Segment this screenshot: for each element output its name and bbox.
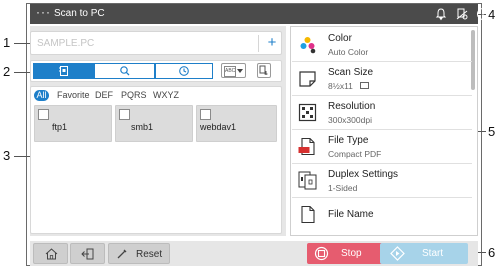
address-divider [258,35,259,52]
search-tab[interactable] [94,63,155,79]
connection-icon[interactable] [454,6,470,22]
chevron-down-icon [237,69,243,73]
info-icon[interactable] [475,6,491,22]
stop-button[interactable]: Stop [307,243,386,264]
destination-checkbox[interactable] [38,109,49,120]
callout-3: 3 [3,148,11,163]
callout-6: 6 [488,245,496,260]
setting-value: 1-Sided [328,183,358,193]
destination-card[interactable]: ftp1 [34,105,112,142]
destination-label: ftp1 [52,122,68,132]
address-placeholder: SAMPLE.PC [37,38,95,49]
stop-icon [314,246,329,261]
setting-resolution[interactable]: Resolution 300x300dpi [292,96,472,130]
callout-2-leader [14,72,30,73]
reset-label: Reset [136,249,163,260]
filter-favorite[interactable]: Favorite [57,90,90,101]
address-book-tab[interactable] [33,63,94,79]
search-icon [119,66,129,76]
reset-button[interactable]: Reset [108,243,170,264]
more-dots-icon[interactable]: ··· [36,5,51,19]
duplex-icon [298,171,317,190]
reset-icon [117,249,127,258]
file-type-icon [298,137,315,156]
setting-title: Scan Size [328,67,374,78]
setting-duplex[interactable]: Duplex Settings 1-Sided [292,164,472,198]
destination-checkbox[interactable] [200,109,211,120]
address-book-icon [58,66,68,76]
return-icon [81,248,94,259]
paper-orientation-icon [360,82,369,89]
start-label: Start [422,248,444,259]
detail-list-icon [259,65,268,75]
callout-2: 2 [3,64,11,79]
setting-value: Compact PDF [328,149,382,159]
address-input[interactable]: SAMPLE.PC + [30,31,282,55]
stop-label: Stop [341,248,362,259]
callout-6-leader [478,252,486,253]
setting-value: Auto Color [328,47,369,57]
sort-dropdown[interactable]: ABC [221,63,246,78]
setting-title: Resolution [328,101,376,112]
start-button[interactable]: Start [380,243,468,264]
filter-all[interactable]: All [34,90,49,101]
bell-icon[interactable] [433,6,449,22]
color-icon [300,37,316,54]
callout-3-leader [14,156,30,157]
setting-scan-size[interactable]: Scan Size 8½x11 [292,62,472,96]
setting-title: File Type [328,135,369,146]
callout-5: 5 [488,124,496,139]
home-icon [45,247,58,259]
top-bar: ··· Scan to PC [30,4,489,24]
home-button[interactable] [33,243,68,264]
setting-value: 8½x11 [328,81,353,91]
file-name-icon [301,205,315,224]
filter-wxyz[interactable]: WXYZ [153,90,179,101]
destination-card[interactable]: smb1 [115,105,193,142]
start-icon [390,246,405,261]
history-tab[interactable] [155,63,213,79]
setting-value: 300x300dpi [328,115,372,125]
resolution-icon [298,103,317,122]
return-button[interactable] [70,243,105,264]
callout-1: 1 [3,35,11,50]
scan-size-icon [299,71,316,87]
destination-checkbox[interactable] [119,109,130,120]
callout-1-leader [14,43,30,44]
sort-label: ABC [224,66,236,77]
setting-title: File Name [328,209,374,220]
add-address-button[interactable]: + [263,33,281,53]
detail-list-button[interactable] [257,63,271,78]
setting-color[interactable]: Color Auto Color [292,28,472,62]
callout-5-leader [478,131,486,132]
setting-title: Color [328,33,352,44]
filter-def[interactable]: DEF [95,90,113,101]
setting-file-name[interactable]: File Name [292,198,472,232]
destination-label: webdav1 [200,122,237,132]
setting-title: Duplex Settings [328,169,399,180]
destination-card[interactable]: webdav1 [196,105,277,142]
setting-file-type[interactable]: File Type Compact PDF [292,130,472,164]
screen-title: Scan to PC [54,8,105,19]
filter-pqrs[interactable]: PQRS [121,90,147,101]
history-icon [179,66,189,76]
destination-label: smb1 [131,122,154,132]
